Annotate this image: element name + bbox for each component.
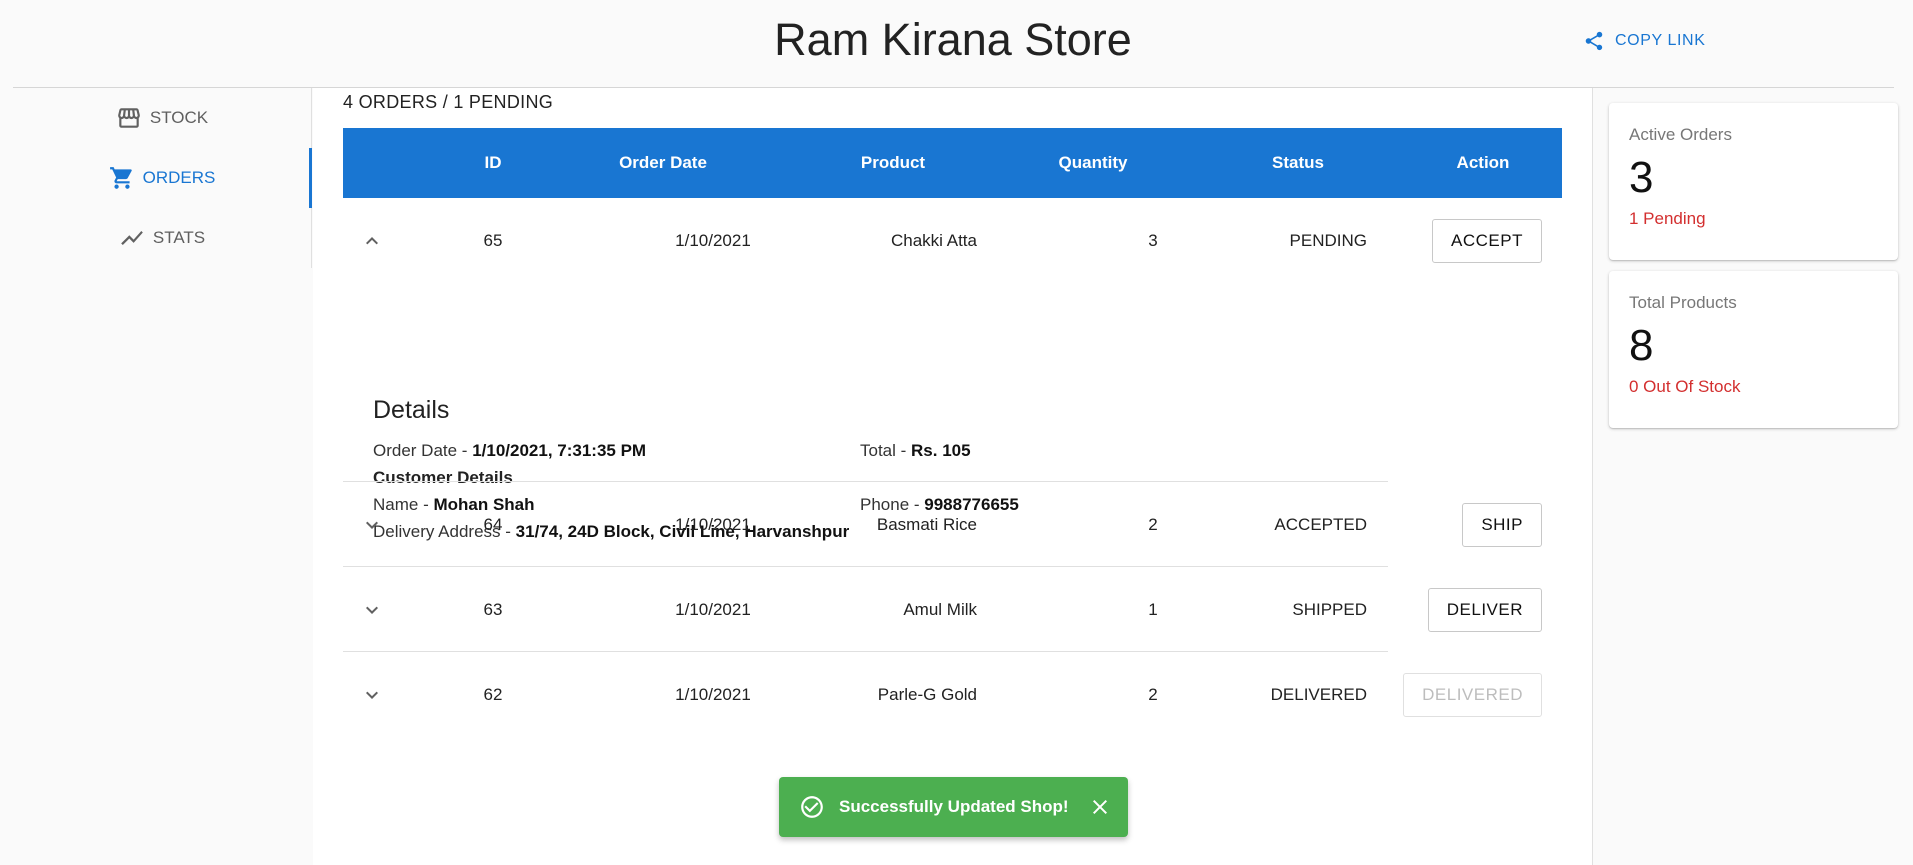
chevron-up-icon <box>366 237 378 245</box>
order-product: Parle-G Gold <box>877 685 977 704</box>
stat-subtext: 1 Pending <box>1629 209 1706 228</box>
order-status: PENDING <box>1289 231 1367 250</box>
order-status: ACCEPTED <box>1274 515 1367 534</box>
order-date: 1/10/2021 <box>675 600 751 619</box>
order-status: SHIPPED <box>1292 600 1367 619</box>
delivered-button: DELIVERED <box>1403 673 1542 717</box>
expand-row-button[interactable] <box>357 680 387 710</box>
total-products-card: Total Products 8 0 Out Of Stock <box>1609 271 1898 428</box>
close-icon <box>1093 800 1107 814</box>
sidebar-item-orders[interactable]: ORDERS <box>13 148 311 208</box>
table-row: 62 1/10/2021 Parle-G Gold 2 DELIVERED DE… <box>343 652 1562 737</box>
order-date: 1/10/2021 <box>675 515 751 534</box>
table-row: 64 1/10/2021 Basmati Rice 2 ACCEPTED SHI… <box>343 482 1562 567</box>
total-value: Rs. 105 <box>911 441 971 460</box>
orders-summary: 4 ORDERS / 1 PENDING <box>343 92 554 112</box>
details-row: Order Date - 1/10/2021, 7:31:35 PM Total… <box>373 437 1373 464</box>
column-header-order-date: Order Date <box>619 153 707 172</box>
stat-label: Total Products <box>1629 293 1737 312</box>
details-heading: Details <box>373 396 450 424</box>
column-header-quantity: Quantity <box>1058 153 1128 172</box>
deliver-button[interactable]: DELIVER <box>1427 588 1542 632</box>
stat-value: 3 <box>1629 153 1654 202</box>
table-row: 65 1/10/2021 Chakki Atta 3 PENDING ACCEP… <box>343 198 1562 283</box>
order-date: 1/10/2021 <box>675 685 751 704</box>
orders-panel: 4 ORDERS / 1 PENDING ID Order Date Produ… <box>313 88 1593 865</box>
chevron-down-icon <box>366 606 378 614</box>
total-field: Total - Rs. 105 <box>860 437 971 464</box>
share-icon <box>1585 31 1603 51</box>
active-nav-indicator <box>309 148 312 208</box>
store-icon <box>118 108 140 128</box>
app-header: Ram Kirana Store COPY LINK <box>0 0 1913 88</box>
column-header-status: Status <box>1272 153 1324 172</box>
order-id: 65 <box>483 231 503 250</box>
column-header-id: ID <box>484 153 502 172</box>
stat-subtext: 0 Out Of Stock <box>1629 377 1741 396</box>
shopping-cart-icon <box>109 167 132 189</box>
order-quantity: 2 <box>1148 685 1158 704</box>
expand-row-button[interactable] <box>357 510 387 540</box>
order-id: 63 <box>483 600 503 619</box>
table-row: 63 1/10/2021 Amul Milk 1 SHIPPED DELIVER <box>343 567 1562 652</box>
stat-label: Active Orders <box>1629 125 1732 144</box>
order-status: DELIVERED <box>1270 685 1367 704</box>
close-toast-button[interactable] <box>1088 795 1112 819</box>
ship-button[interactable]: SHIP <box>1462 503 1542 547</box>
column-header-action: Action <box>1456 153 1510 172</box>
order-product: Basmati Rice <box>876 515 977 534</box>
order-quantity: 1 <box>1148 600 1158 619</box>
success-toast: Successfully Updated Shop! <box>779 777 1128 837</box>
order-date-label: Order Date - <box>373 441 473 460</box>
collapse-row-button[interactable] <box>357 226 387 256</box>
sidebar-item-label: STOCK <box>149 108 209 127</box>
stat-value: 8 <box>1629 321 1654 370</box>
order-quantity: 2 <box>1148 515 1158 534</box>
sidebar: STOCK ORDERS STATS <box>13 88 312 268</box>
trending-up-icon <box>121 230 143 246</box>
total-label: Total - <box>860 441 912 460</box>
chevron-down-icon <box>366 521 378 529</box>
chevron-down-icon <box>366 691 378 699</box>
order-date: 1/10/2021 <box>675 231 751 250</box>
check-circle-icon <box>799 794 825 820</box>
toast-message: Successfully Updated Shop! <box>839 797 1069 816</box>
order-quantity: 3 <box>1148 231 1158 250</box>
expand-row-button[interactable] <box>357 595 387 625</box>
accept-button[interactable]: ACCEPT <box>1432 219 1542 263</box>
order-id: 64 <box>483 515 503 534</box>
order-id: 62 <box>483 685 503 704</box>
column-header-product: Product <box>860 153 926 172</box>
active-orders-card: Active Orders 3 1 Pending <box>1609 103 1898 260</box>
order-date-value: 1/10/2021, 7:31:35 PM <box>472 441 647 460</box>
copy-link-button[interactable]: COPY LINK <box>1583 28 1705 54</box>
order-product: Chakki Atta <box>891 231 977 250</box>
sidebar-item-stock[interactable]: STOCK <box>13 88 311 148</box>
sidebar-item-label: ORDERS <box>142 168 216 187</box>
table-header: ID Order Date Product Quantity Status Ac… <box>343 128 1562 198</box>
copy-link-label: COPY LINK <box>1615 32 1706 49</box>
sidebar-item-stats[interactable]: STATS <box>13 208 311 268</box>
order-product: Amul Milk <box>903 600 977 619</box>
sidebar-item-label: STATS <box>152 228 206 247</box>
